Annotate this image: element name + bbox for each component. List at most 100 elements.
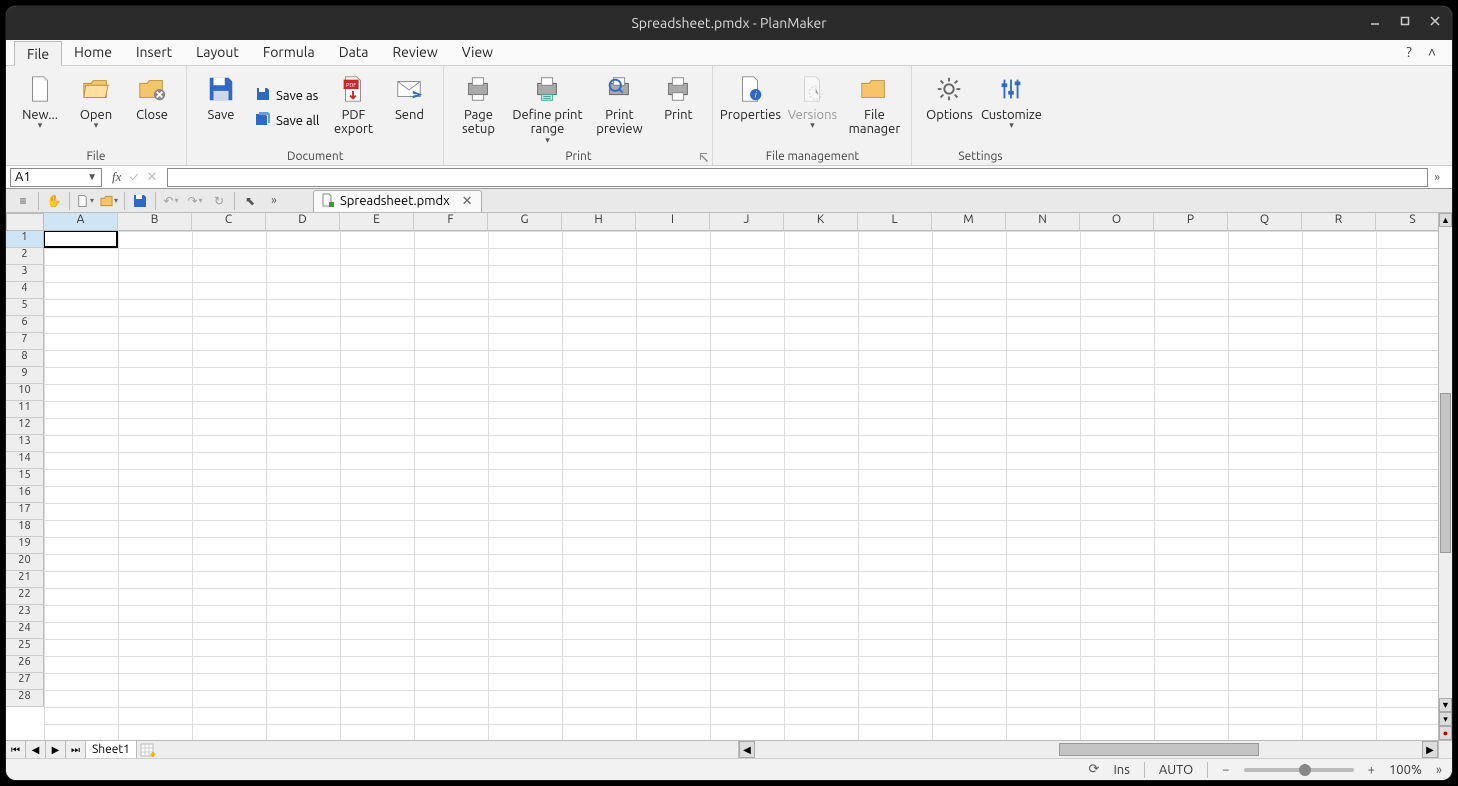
accept-formula-button[interactable]: ✓ bbox=[129, 170, 138, 184]
row-header[interactable]: 11 bbox=[6, 401, 44, 418]
cell-area[interactable] bbox=[44, 231, 1438, 740]
row-header[interactable]: 22 bbox=[6, 588, 44, 605]
tab-next-button[interactable]: ▶ bbox=[46, 741, 66, 758]
row-headers[interactable]: 1234567891011121314151617181920212223242… bbox=[6, 231, 44, 740]
ribbon-collapse-button[interactable]: ˄ bbox=[1420, 40, 1444, 65]
row-header[interactable]: 3 bbox=[6, 265, 44, 282]
zoom-in-button[interactable]: + bbox=[1368, 763, 1375, 777]
pdf-export-button[interactable]: PDF PDF export bbox=[327, 70, 379, 148]
document-tab[interactable]: Spreadsheet.pmdx ✕ bbox=[313, 190, 482, 212]
scroll-page-down-button[interactable]: ▾ bbox=[1439, 712, 1452, 726]
new-sheet-button[interactable] bbox=[137, 741, 159, 758]
qat-touch-button[interactable]: ✋ bbox=[45, 192, 63, 210]
column-header[interactable]: P bbox=[1154, 213, 1228, 231]
close-button[interactable] bbox=[1424, 10, 1446, 32]
open-button[interactable]: Open▾ bbox=[70, 70, 122, 148]
print-button[interactable]: Print bbox=[652, 70, 704, 148]
tab-prev-button[interactable]: ◀ bbox=[26, 741, 46, 758]
column-header[interactable]: A bbox=[44, 213, 118, 231]
scroll-down-button[interactable]: ▼ bbox=[1439, 698, 1452, 712]
qat-more-button[interactable]: » bbox=[265, 192, 283, 210]
help-button[interactable]: ? bbox=[1398, 40, 1419, 65]
row-header[interactable]: 5 bbox=[6, 299, 44, 316]
print-preview-button[interactable]: Print preview bbox=[590, 70, 648, 148]
status-ins[interactable]: Ins bbox=[1113, 763, 1129, 777]
column-header[interactable]: Q bbox=[1228, 213, 1302, 231]
menu-layout[interactable]: Layout bbox=[184, 40, 251, 65]
horizontal-scrollbar[interactable]: ◀ ▶ bbox=[738, 741, 1438, 758]
new-button[interactable]: New...▾ bbox=[14, 70, 66, 148]
column-header[interactable]: H bbox=[562, 213, 636, 231]
scroll-record-button[interactable]: ● bbox=[1439, 726, 1452, 740]
close-document-button[interactable]: Close bbox=[126, 70, 178, 148]
column-header[interactable]: G bbox=[488, 213, 562, 231]
row-header[interactable]: 17 bbox=[6, 503, 44, 520]
formula-input[interactable] bbox=[167, 168, 1428, 187]
menu-insert[interactable]: Insert bbox=[124, 40, 184, 65]
hscroll-thumb[interactable] bbox=[1059, 743, 1259, 756]
qat-undo-button[interactable]: ↶ bbox=[162, 192, 180, 210]
row-header[interactable]: 14 bbox=[6, 452, 44, 469]
expand-formula-bar-button[interactable]: » bbox=[1434, 171, 1440, 184]
sheet-tab[interactable]: Sheet1 bbox=[86, 741, 137, 758]
qat-new-button[interactable] bbox=[76, 192, 94, 210]
tab-last-button[interactable]: ⏭ bbox=[66, 741, 86, 758]
qat-redo-button[interactable]: ↷ bbox=[186, 192, 204, 210]
column-header[interactable]: D bbox=[266, 213, 340, 231]
menu-data[interactable]: Data bbox=[327, 40, 381, 65]
row-header[interactable]: 2 bbox=[6, 248, 44, 265]
menu-view[interactable]: View bbox=[450, 40, 505, 65]
scroll-up-button[interactable]: ▲ bbox=[1439, 213, 1452, 227]
column-header[interactable]: E bbox=[340, 213, 414, 231]
tab-first-button[interactable]: ⏮ bbox=[6, 741, 26, 758]
print-group-launcher[interactable] bbox=[699, 152, 709, 162]
row-header[interactable]: 12 bbox=[6, 418, 44, 435]
row-header[interactable]: 10 bbox=[6, 384, 44, 401]
zoom-slider-handle[interactable] bbox=[1299, 764, 1311, 776]
options-button[interactable]: Options bbox=[920, 70, 978, 148]
document-tab-close-button[interactable]: ✕ bbox=[462, 194, 473, 209]
row-header[interactable]: 21 bbox=[6, 571, 44, 588]
column-header[interactable]: S bbox=[1376, 213, 1438, 231]
save-as-button[interactable]: Save as bbox=[251, 84, 323, 108]
menu-file[interactable]: File bbox=[14, 41, 62, 66]
column-headers[interactable]: ABCDEFGHIJKLMNOPQRS bbox=[44, 213, 1438, 231]
column-header[interactable]: F bbox=[414, 213, 488, 231]
function-wizard-button[interactable]: fx bbox=[112, 169, 121, 185]
cancel-formula-button[interactable]: ✕ bbox=[147, 170, 158, 185]
properties-button[interactable]: i Properties bbox=[721, 70, 779, 148]
row-header[interactable]: 28 bbox=[6, 690, 44, 707]
row-header[interactable]: 4 bbox=[6, 282, 44, 299]
column-header[interactable]: K bbox=[784, 213, 858, 231]
column-header[interactable]: O bbox=[1080, 213, 1154, 231]
row-header[interactable]: 16 bbox=[6, 486, 44, 503]
qat-pointer-button[interactable]: ⬉ bbox=[241, 192, 259, 210]
print-range-button[interactable]: Define print range▾ bbox=[508, 70, 586, 148]
row-header[interactable]: 15 bbox=[6, 469, 44, 486]
menu-home[interactable]: Home bbox=[62, 40, 124, 65]
status-auto[interactable]: AUTO bbox=[1159, 763, 1193, 777]
row-header[interactable]: 7 bbox=[6, 333, 44, 350]
qat-open-button[interactable] bbox=[100, 192, 118, 210]
row-header[interactable]: 23 bbox=[6, 605, 44, 622]
file-manager-button[interactable]: File manager bbox=[845, 70, 903, 148]
column-header[interactable]: J bbox=[710, 213, 784, 231]
row-header[interactable]: 27 bbox=[6, 673, 44, 690]
column-header[interactable]: I bbox=[636, 213, 710, 231]
vscroll-thumb[interactable] bbox=[1440, 393, 1451, 553]
column-header[interactable]: C bbox=[192, 213, 266, 231]
select-all-cell[interactable] bbox=[6, 213, 44, 231]
column-header[interactable]: L bbox=[858, 213, 932, 231]
column-header[interactable]: N bbox=[1006, 213, 1080, 231]
name-box[interactable]: A1 ▼ bbox=[10, 168, 102, 187]
customize-button[interactable]: Customize▾ bbox=[982, 70, 1040, 148]
row-header[interactable]: 8 bbox=[6, 350, 44, 367]
menu-review[interactable]: Review bbox=[380, 40, 449, 65]
zoom-more-button[interactable]: » bbox=[1436, 763, 1442, 777]
menu-formula[interactable]: Formula bbox=[251, 40, 327, 65]
minimize-button[interactable] bbox=[1364, 10, 1386, 32]
zoom-level[interactable]: 100% bbox=[1389, 763, 1422, 777]
row-header[interactable]: 6 bbox=[6, 316, 44, 333]
save-button[interactable]: Save bbox=[195, 70, 247, 148]
vertical-scrollbar[interactable]: ▲ ▼ ▾ ● bbox=[1438, 213, 1452, 740]
